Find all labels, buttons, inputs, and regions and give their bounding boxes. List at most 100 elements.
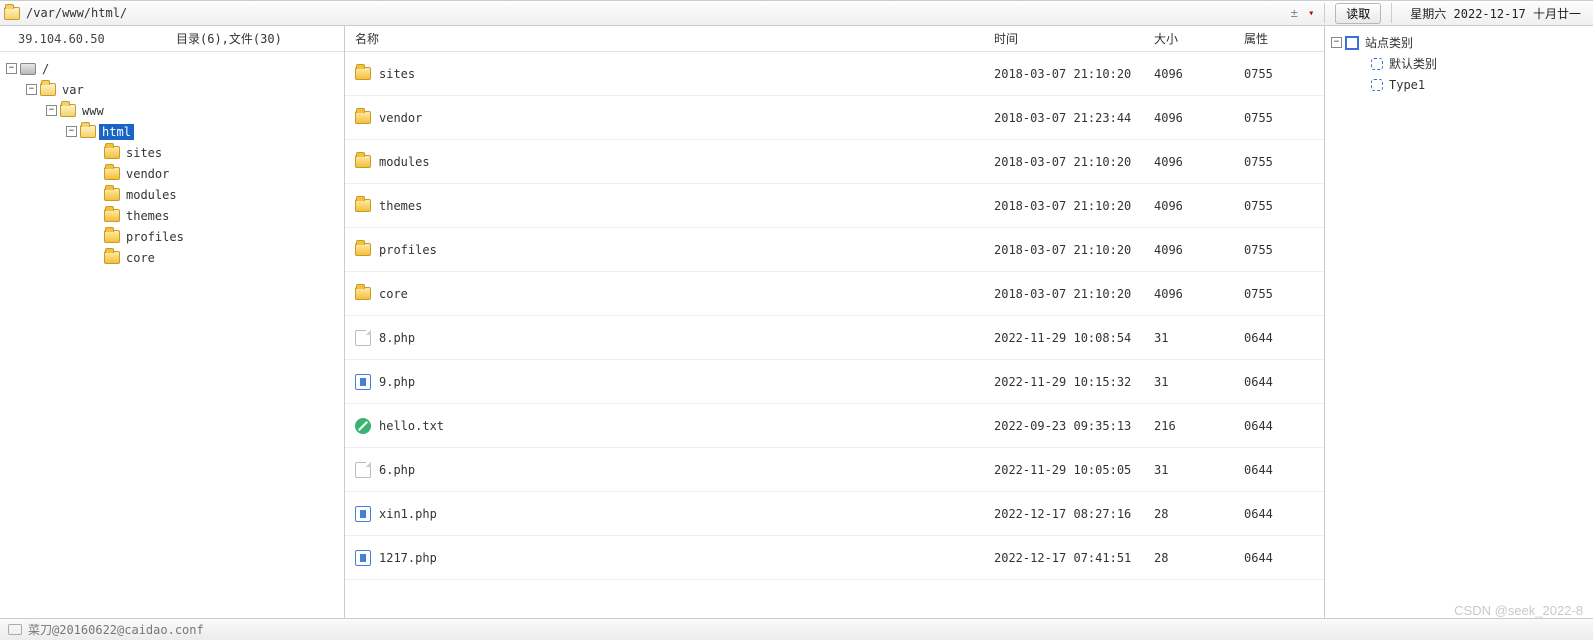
folder-open-icon — [40, 83, 56, 96]
file-attr: 0644 — [1244, 375, 1324, 389]
read-button[interactable]: 读取 — [1335, 3, 1381, 24]
file-blue-icon — [355, 374, 371, 390]
address-toolbar: /var/www/html/ ± ▾ 读取 星期六 2022-12-17 十月廿… — [0, 0, 1593, 26]
folder-icon — [104, 230, 120, 243]
site-category-tree: − 站点类别 默认类别 Type1 — [1325, 26, 1593, 101]
collapse-icon[interactable]: − — [46, 105, 57, 116]
tree-label: profiles — [123, 229, 187, 245]
file-row[interactable]: 6.php2022-11-29 10:05:05310644 — [345, 448, 1324, 492]
tree-node-child[interactable]: core — [4, 247, 340, 268]
file-icon — [355, 330, 371, 346]
collapse-icon[interactable]: − — [66, 126, 77, 137]
tree-node-child[interactable]: sites — [4, 142, 340, 163]
left-header: 39.104.60.50 目录(6),文件(30) — [0, 26, 344, 52]
file-size: 4096 — [1154, 67, 1244, 81]
tree-label: modules — [123, 187, 180, 203]
path-box[interactable]: /var/www/html/ — [4, 6, 1286, 20]
divider — [1324, 3, 1325, 23]
disk-icon — [20, 63, 36, 75]
file-name: 1217.php — [379, 551, 437, 565]
file-time: 2018-03-07 21:10:20 — [994, 67, 1154, 81]
folder-open-icon — [80, 125, 96, 138]
file-time: 2018-03-07 21:10:20 — [994, 155, 1154, 169]
file-attr: 0755 — [1244, 287, 1324, 301]
file-attr: 0644 — [1244, 419, 1324, 433]
tree-node-www[interactable]: − www — [4, 100, 340, 121]
tree-label: sites — [123, 145, 165, 161]
file-row[interactable]: hello.txt2022-09-23 09:35:132160644 — [345, 404, 1324, 448]
list-header: 名称 时间 大小 属性 — [345, 26, 1324, 52]
site-root[interactable]: − 站点类别 — [1329, 32, 1589, 53]
file-row[interactable]: xin1.php2022-12-17 08:27:16280644 — [345, 492, 1324, 536]
collapse-icon[interactable]: − — [26, 84, 37, 95]
left-panel: 39.104.60.50 目录(6),文件(30) − / − var − ww — [0, 26, 345, 618]
site-root-label: 站点类别 — [1362, 33, 1416, 52]
collapse-icon[interactable]: − — [1331, 37, 1342, 48]
category-icon — [1371, 58, 1383, 70]
tree-node-child[interactable]: profiles — [4, 226, 340, 247]
collapse-icon[interactable]: − — [6, 63, 17, 74]
file-attr: 0755 — [1244, 199, 1324, 213]
folder-icon — [104, 167, 120, 180]
file-row[interactable]: 9.php2022-11-29 10:15:32310644 — [345, 360, 1324, 404]
file-size: 28 — [1154, 551, 1244, 565]
file-size: 31 — [1154, 331, 1244, 345]
file-time: 2018-03-07 21:10:20 — [994, 287, 1154, 301]
folder-icon — [104, 188, 120, 201]
file-list-panel: 名称 时间 大小 属性 sites2018-03-07 21:10:204096… — [345, 26, 1325, 618]
status-bar: 菜刀@20160622@caidao.conf — [0, 618, 1593, 640]
bookmark-icon[interactable]: ± — [1286, 6, 1302, 20]
site-category-item[interactable]: Type1 — [1329, 74, 1589, 95]
file-icon — [355, 462, 371, 478]
file-time: 2022-11-29 10:08:54 — [994, 331, 1154, 345]
file-size: 216 — [1154, 419, 1244, 433]
file-size: 28 — [1154, 507, 1244, 521]
file-row[interactable]: vendor2018-03-07 21:23:4440960755 — [345, 96, 1324, 140]
site-category-item[interactable]: 默认类别 — [1329, 53, 1589, 74]
file-size: 4096 — [1154, 155, 1244, 169]
col-header-size[interactable]: 大小 — [1154, 30, 1244, 47]
tree-node-root[interactable]: − / — [4, 58, 340, 79]
folder-open-icon — [60, 104, 76, 117]
file-size: 31 — [1154, 463, 1244, 477]
tree-node-html[interactable]: − html — [4, 121, 340, 142]
watermark: CSDN @seek_2022-8 — [1454, 603, 1583, 618]
file-row[interactable]: core2018-03-07 21:10:2040960755 — [345, 272, 1324, 316]
folder-icon — [104, 251, 120, 264]
file-list: sites2018-03-07 21:10:2040960755vendor20… — [345, 52, 1324, 618]
file-row[interactable]: modules2018-03-07 21:10:2040960755 — [345, 140, 1324, 184]
folder-icon — [355, 155, 371, 168]
file-attr: 0755 — [1244, 155, 1324, 169]
tree-label: vendor — [123, 166, 172, 182]
file-blue-icon — [355, 550, 371, 566]
file-size: 4096 — [1154, 199, 1244, 213]
file-attr: 0755 — [1244, 67, 1324, 81]
col-header-time[interactable]: 时间 — [994, 30, 1154, 47]
file-size: 4096 — [1154, 287, 1244, 301]
file-row[interactable]: 8.php2022-11-29 10:08:54310644 — [345, 316, 1324, 360]
tree-label: themes — [123, 208, 172, 224]
tree-node-child[interactable]: modules — [4, 184, 340, 205]
file-row[interactable]: sites2018-03-07 21:10:2040960755 — [345, 52, 1324, 96]
right-panel: − 站点类别 默认类别 Type1 — [1325, 26, 1593, 618]
file-row[interactable]: profiles2018-03-07 21:10:2040960755 — [345, 228, 1324, 272]
folder-open-icon — [4, 7, 20, 20]
tree-label: www — [79, 103, 107, 119]
file-time: 2022-11-29 10:15:32 — [994, 375, 1154, 389]
file-row[interactable]: themes2018-03-07 21:10:2040960755 — [345, 184, 1324, 228]
tree-node-child[interactable]: themes — [4, 205, 340, 226]
directory-tree: − / − var − www − html — [0, 52, 344, 618]
file-name: xin1.php — [379, 507, 437, 521]
file-time: 2018-03-07 21:10:20 — [994, 243, 1154, 257]
folder-icon — [355, 199, 371, 212]
col-header-attr[interactable]: 属性 — [1244, 30, 1324, 47]
tree-label: core — [123, 250, 158, 266]
tree-node-child[interactable]: vendor — [4, 163, 340, 184]
dropdown-icon[interactable]: ▾ — [1308, 8, 1314, 19]
category-label: Type1 — [1386, 77, 1428, 93]
file-name: 8.php — [379, 331, 415, 345]
tree-node-var[interactable]: − var — [4, 79, 340, 100]
file-attr: 0644 — [1244, 551, 1324, 565]
col-header-name[interactable]: 名称 — [345, 30, 994, 47]
file-row[interactable]: 1217.php2022-12-17 07:41:51280644 — [345, 536, 1324, 580]
